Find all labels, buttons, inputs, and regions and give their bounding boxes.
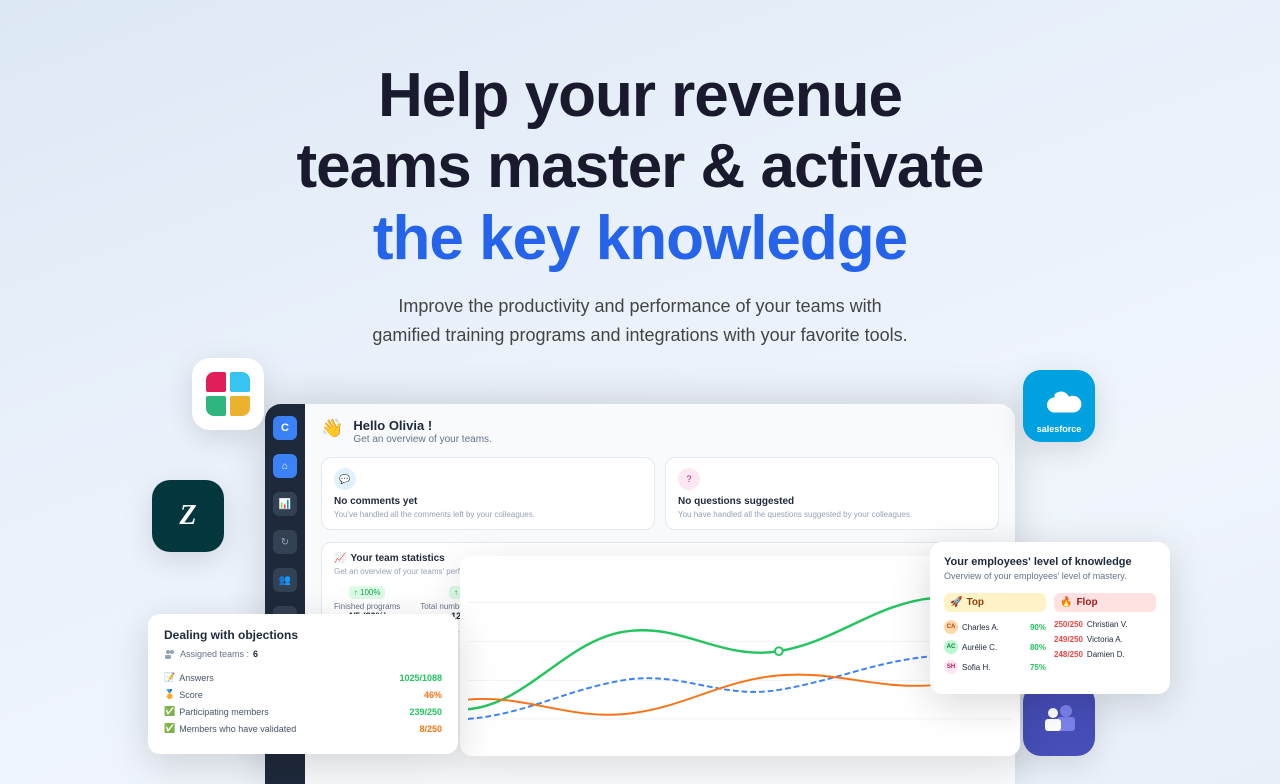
- score-christian: 250/250: [1054, 620, 1083, 629]
- name-damien: Damien D.: [1087, 650, 1125, 659]
- dashboard-greeting: 👋 Hello Olivia ! Get an overview of your…: [321, 418, 999, 445]
- dwo-title: Dealing with objections: [164, 628, 442, 642]
- pct-sofia: 75%: [1030, 663, 1046, 672]
- validated-icon: ✅: [164, 723, 175, 734]
- card2-title: No questions suggested: [678, 496, 986, 507]
- kp-flop-header: 🔥 Flop: [1054, 593, 1156, 612]
- avatar-sofia: SH: [944, 660, 958, 674]
- salesforce-integration-icon[interactable]: salesforce: [1023, 370, 1095, 442]
- slack-integration-icon[interactable]: [192, 358, 264, 430]
- hero-section: Help your revenue teams master & activat…: [0, 0, 1280, 349]
- score-value: 46%: [424, 690, 442, 700]
- pct-charles: 90%: [1030, 623, 1046, 632]
- kp-flop-row-3: 248/250 Damien D.: [1054, 650, 1156, 659]
- kp-columns: 🚀 Top CA Charles A. 90% AC Aurélie C. 80…: [944, 593, 1156, 680]
- sidebar-users-icon[interactable]: 👥: [273, 568, 297, 592]
- hero-line3: the key knowledge: [373, 204, 907, 273]
- kp-flop-row-1: 250/250 Christian V.: [1054, 620, 1156, 629]
- hero-subtitle: Improve the productivity and performance…: [0, 292, 1280, 350]
- question-icon: ?: [678, 468, 700, 490]
- kp-subtitle: Overview of your employees' level of mas…: [944, 571, 1156, 581]
- zendesk-integration-icon[interactable]: Z: [152, 480, 224, 552]
- name-victoria: Victoria A.: [1087, 635, 1123, 644]
- sidebar-home-icon[interactable]: ⌂: [273, 454, 297, 478]
- sidebar-chart-icon[interactable]: 📊: [273, 492, 297, 516]
- kp-top-header: 🚀 Top: [944, 593, 1046, 612]
- rocket-emoji: 🚀: [950, 597, 962, 608]
- no-comments-card: 💬 No comments yet You've handled all the…: [321, 457, 655, 530]
- participating-icon: ✅: [164, 706, 175, 717]
- name-aurelie: Aurélie C.: [962, 643, 1026, 652]
- greeting-subtitle: Get an overview of your teams.: [353, 434, 491, 445]
- programs-label: Finished programs: [334, 602, 400, 611]
- avatar-aurelie: AC: [944, 640, 958, 654]
- sidebar-logo: C: [273, 416, 297, 440]
- subtitle-line2: gamified training programs and integrati…: [372, 325, 907, 345]
- hero-line2: teams master & activate: [297, 132, 984, 201]
- hero-line1: Help your revenue: [378, 61, 902, 130]
- pct-aurelie: 80%: [1030, 643, 1046, 652]
- participating-label: ✅ Participating members: [164, 706, 269, 717]
- subtitle-line1: Improve the productivity and performance…: [398, 296, 881, 316]
- name-charles: Charles A.: [962, 623, 1026, 632]
- dashboard-cards-row: 💬 No comments yet You've handled all the…: [321, 457, 999, 530]
- teams-integration-icon[interactable]: [1023, 684, 1095, 756]
- dwo-row-validated: ✅ Members who have validated 8/250: [164, 723, 442, 734]
- score-icon: 🏅: [164, 689, 175, 700]
- dwo-row-answers: 📝 Answers 1025/1088: [164, 672, 442, 683]
- dwo-card: Dealing with objections Assigned teams :…: [148, 614, 458, 754]
- kp-flop-row-2: 249/250 Victoria A.: [1054, 635, 1156, 644]
- sidebar-refresh-icon[interactable]: ↻: [273, 530, 297, 554]
- name-christian: Christian V.: [1087, 620, 1128, 629]
- stats-title-text: Your team statistics: [350, 553, 444, 564]
- kp-top-row-2: AC Aurélie C. 80%: [944, 640, 1046, 654]
- no-questions-card: ? No questions suggested You have handle…: [665, 457, 999, 530]
- participating-value: 239/250: [409, 707, 442, 717]
- comment-icon: 💬: [334, 468, 356, 490]
- kp-top-column: 🚀 Top CA Charles A. 90% AC Aurélie C. 80…: [944, 593, 1046, 680]
- card1-title: No comments yet: [334, 496, 642, 507]
- programs-badge: ↑ 100%: [349, 586, 386, 599]
- kp-title: Your employees' level of knowledge: [944, 556, 1156, 568]
- dwo-meta-value: 6: [253, 649, 258, 659]
- kp-flop-column: 🔥 Flop 250/250 Christian V. 249/250 Vict…: [1054, 593, 1156, 680]
- name-sofia: Sofia H.: [962, 663, 1026, 672]
- validated-label: ✅ Members who have validated: [164, 723, 296, 734]
- zendesk-logo: Z: [152, 480, 224, 552]
- fire-emoji: 🔥: [1060, 597, 1072, 608]
- dwo-row-participating: ✅ Participating members 239/250: [164, 706, 442, 717]
- answers-label: 📝 Answers: [164, 672, 214, 683]
- knowledge-panel: Your employees' level of knowledge Overv…: [930, 542, 1170, 694]
- validated-value: 8/250: [419, 724, 442, 734]
- kp-top-row-3: SH Sofia H. 75%: [944, 660, 1046, 674]
- greeting-title: Hello Olivia !: [353, 418, 491, 433]
- score-victoria: 249/250: [1054, 635, 1083, 644]
- dwo-meta-label: Assigned teams :: [180, 649, 249, 659]
- answers-icon: 📝: [164, 672, 175, 683]
- dwo-row-score: 🏅 Score 46%: [164, 689, 442, 700]
- card1-subtitle: You've handled all the comments left by …: [334, 510, 642, 519]
- flop-label: Flop: [1076, 597, 1097, 608]
- top-label: Top: [966, 597, 984, 608]
- answers-value: 1025/1088: [399, 673, 442, 683]
- chart-emoji: 📈: [334, 553, 346, 564]
- avatar-charles: CA: [944, 620, 958, 634]
- dwo-meta: Assigned teams : 6: [164, 648, 442, 660]
- dwo-rows: 📝 Answers 1025/1088 🏅 Score 46% ✅ Partic…: [164, 672, 442, 734]
- card2-subtitle: You have handled all the questions sugge…: [678, 510, 986, 519]
- hero-title: Help your revenue teams master & activat…: [0, 60, 1280, 274]
- score-label: 🏅 Score: [164, 689, 203, 700]
- wave-emoji: 👋: [321, 418, 343, 439]
- kp-top-row-1: CA Charles A. 90%: [944, 620, 1046, 634]
- teams-meta-icon: [164, 648, 176, 660]
- score-damien: 248/250: [1054, 650, 1083, 659]
